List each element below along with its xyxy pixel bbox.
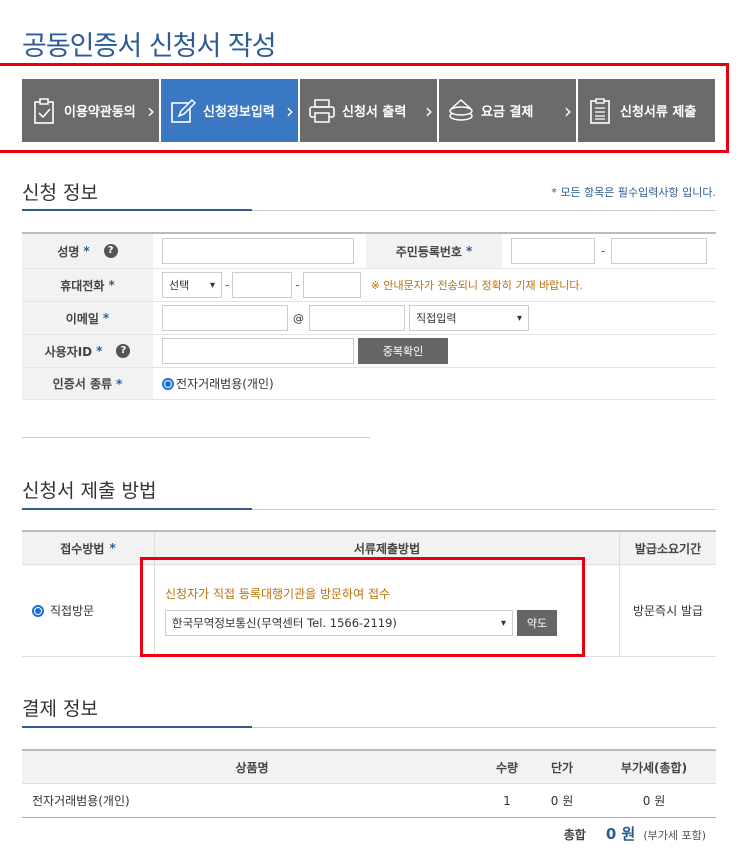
phone-label: 휴대전화 * bbox=[22, 269, 153, 301]
userid-input[interactable] bbox=[162, 338, 354, 364]
phone-row: 휴대전화 * 선택 ▾ - - ※ 안내문자가 전송되니 정확히 기재 바랍니다. bbox=[22, 269, 716, 302]
section-divider bbox=[22, 508, 716, 510]
col-vat: 부가세(총합) bbox=[620, 760, 688, 775]
payment-section-title: 결제 정보 bbox=[22, 698, 98, 720]
clipboard-check-icon bbox=[30, 97, 58, 125]
page-title: 공동인증서 신청서 작성 bbox=[22, 31, 277, 62]
phone-middle-input[interactable] bbox=[232, 272, 293, 298]
phone-notice: ※ 안내문자가 전송되니 정확히 기재 바랍니다. bbox=[370, 279, 584, 292]
visit-radio[interactable] bbox=[32, 604, 44, 617]
method-highlight-box bbox=[140, 557, 585, 657]
total-summary: 총합 0 원 (부가세 포함) bbox=[564, 823, 706, 844]
qty-cell: 1 bbox=[503, 793, 511, 808]
email-domain-input[interactable] bbox=[309, 305, 405, 331]
payment-header: 상품명 수량 단가 부가세(총합) bbox=[22, 751, 716, 784]
submission-section-title: 신청서 제출 방법 bbox=[22, 480, 157, 502]
email-label: 이메일 * bbox=[22, 302, 153, 334]
phone-prefix-select[interactable]: 선택 ▾ bbox=[162, 272, 222, 298]
help-icon[interactable]: ? bbox=[116, 344, 131, 358]
step-submit-documents[interactable]: 신청서류 제출 bbox=[578, 79, 715, 142]
userid-row: 사용자ID * ? 중복확인 bbox=[22, 335, 716, 368]
col-receipt: 접수방법 * bbox=[22, 532, 155, 564]
table-row: 전자거래범용(개인) 1 0 원 0 원 bbox=[22, 784, 716, 818]
applicant-section-title: 신청 정보 bbox=[22, 182, 98, 204]
userid-label: 사용자ID * ? bbox=[22, 335, 153, 367]
coins-icon bbox=[447, 97, 475, 125]
printer-icon bbox=[308, 97, 336, 125]
price-cell: 0 원 bbox=[550, 794, 574, 808]
total-label: 총합 bbox=[563, 828, 586, 842]
email-row: 이메일 * @ 직접입력 ▾ bbox=[22, 302, 716, 335]
name-label: 성명 * ? bbox=[22, 234, 153, 268]
section-divider bbox=[22, 726, 716, 728]
chevron-right-icon: › bbox=[147, 99, 155, 123]
steps-highlight-box: 이용약관동의 › 신청정보입력 › 신청서 출력 › 요금 결제 › 신청서류 … bbox=[0, 63, 729, 153]
col-price: 단가 bbox=[550, 760, 574, 775]
step-label: 요금 결제 bbox=[481, 105, 534, 120]
step-payment[interactable]: 요금 결제 › bbox=[439, 79, 576, 142]
applicant-form: 성명 * ? 주민등록번호 * - 휴대전화 * 선택 ▾ - - ※ 안내문자가 전송… bbox=[22, 232, 716, 400]
cert-type-option: 전자거래범용(개인) bbox=[176, 377, 274, 391]
receipt-cell: 직접방문 bbox=[22, 565, 155, 656]
step-label: 신청정보입력 bbox=[203, 105, 275, 120]
name-input[interactable] bbox=[162, 238, 354, 264]
product-cell: 전자거래범용(개인) bbox=[32, 794, 130, 808]
step-terms-agreement[interactable]: 이용약관동의 › bbox=[22, 79, 159, 142]
chevron-right-icon: › bbox=[564, 99, 572, 123]
document-list-icon bbox=[586, 97, 614, 125]
step-application-info[interactable]: 신청정보입력 › bbox=[161, 79, 298, 142]
step-navigation: 이용약관동의 › 신청정보입력 › 신청서 출력 › 요금 결제 › 신청서류 … bbox=[22, 79, 715, 142]
cert-type-radio[interactable] bbox=[162, 377, 174, 390]
step-print-application[interactable]: 신청서 출력 › bbox=[300, 79, 437, 142]
step-label: 신청서류 제출 bbox=[620, 105, 697, 120]
col-period: 발급소요기간 bbox=[634, 541, 702, 556]
help-icon[interactable]: ? bbox=[103, 244, 118, 258]
divider bbox=[22, 437, 370, 438]
chevron-down-icon: ▾ bbox=[516, 312, 522, 324]
cert-type-label: 인증서 종류 * bbox=[22, 368, 153, 399]
email-id-input[interactable] bbox=[162, 305, 288, 331]
email-at: @ bbox=[293, 311, 304, 325]
chevron-right-icon: › bbox=[286, 99, 294, 123]
total-value: 0 원 bbox=[605, 825, 636, 843]
required-note: * 모든 항목은 필수입력사항 입니다. bbox=[551, 186, 716, 199]
phone-last-input[interactable] bbox=[302, 272, 361, 298]
receipt-option: 직접방문 bbox=[50, 604, 95, 618]
col-product: 상품명 bbox=[235, 760, 269, 775]
email-domain-select[interactable]: 직접입력 ▾ bbox=[409, 305, 529, 331]
period-cell: 방문즉시 발급 bbox=[632, 604, 704, 618]
rrn-back-input[interactable] bbox=[611, 238, 708, 264]
chevron-right-icon: › bbox=[425, 99, 433, 123]
rrn-label: 주민등록번호 * bbox=[366, 234, 502, 268]
section-divider bbox=[22, 209, 716, 211]
pencil-form-icon bbox=[169, 97, 197, 125]
cert-type-row: 인증서 종류 * 전자거래범용(개인) bbox=[22, 368, 716, 400]
chevron-down-icon: ▾ bbox=[209, 279, 215, 291]
rrn-front-input[interactable] bbox=[511, 238, 595, 264]
payment-table: 상품명 수량 단가 부가세(총합) 전자거래범용(개인) 1 0 원 0 원 bbox=[22, 749, 716, 818]
name-row: 성명 * ? 주민등록번호 * - bbox=[22, 234, 716, 269]
dup-check-button[interactable]: 중복확인 bbox=[358, 338, 448, 364]
vat-cell: 0 원 bbox=[642, 794, 666, 808]
total-note: (부가세 포함) bbox=[643, 829, 706, 842]
step-label: 신청서 출력 bbox=[342, 105, 407, 120]
step-label: 이용약관동의 bbox=[64, 105, 136, 120]
col-qty: 수량 bbox=[495, 760, 519, 775]
